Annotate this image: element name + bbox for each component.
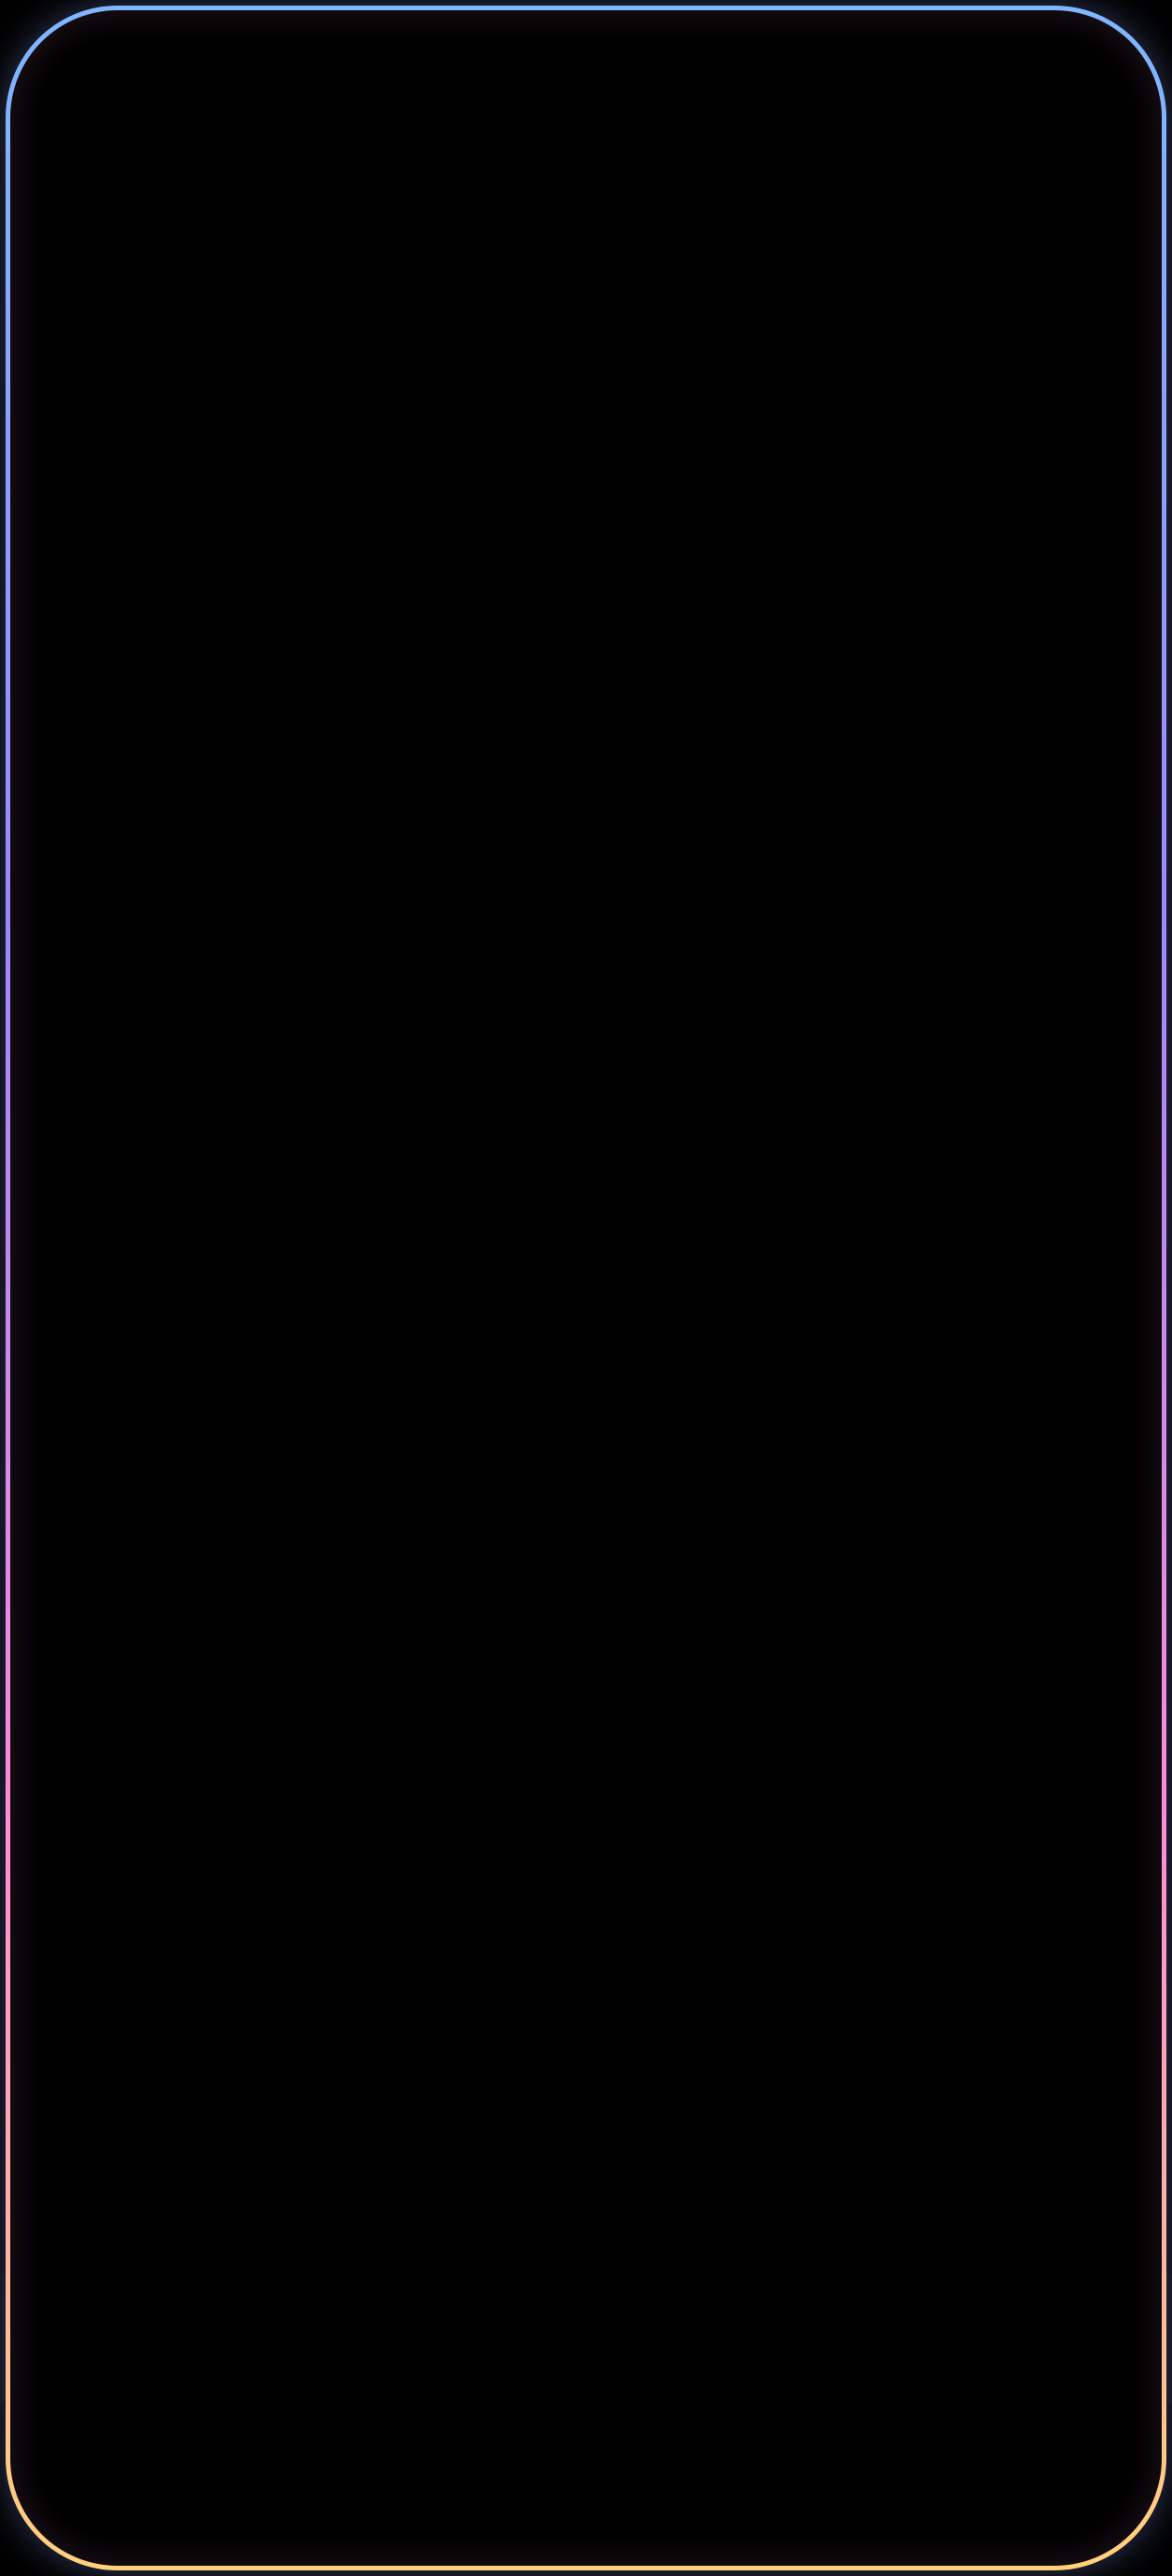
message-preview: 明天早上十点喝早茶 [376,1272,796,1326]
draft-tag: [草稿] [224,2203,313,2240]
recording-timer: 00:41 [602,44,710,87]
tab-chats: 微信 ··· [0,2417,293,2576]
chevron-up-icon [1068,2319,1111,2362]
contacts-icon [407,2438,472,2499]
person-icon [993,2438,1058,2499]
stop-icon [973,188,1063,277]
microphone-icon [1036,39,1090,93]
tab-label: 微信 [115,2511,178,2548]
send-confirm-dialog: 发送给 张军政 明天早上十点喝早茶 取消 发送 [47,487,1125,2087]
data-arrows-icon: ⇅ [311,47,335,80]
status-bar: 23:50 ∞ ▤ ⇅ A 00:41 [0,0,1172,131]
send-button[interactable]: 发送 [610,1809,961,1949]
book-icon: ▤ [256,45,293,82]
tab-label: 我 [1010,2511,1041,2548]
tab-bar: 微信 ··· 通讯录 发现 我 [0,2417,1172,2576]
tab-discover: 发现 [586,2417,879,2576]
chat-preview: [草稿] 1340 [224,2195,403,2241]
fold-pinned-chats-row: 折叠置顶聊天 [0,2274,1172,2404]
list-icon [86,2320,146,2367]
app-icon-yellow: A [353,45,390,82]
tab-badge: ··· [166,2432,250,2483]
fold-label: 折叠置顶聊天 [224,2326,448,2369]
tab-label: 通讯录 [392,2511,487,2548]
assistant-subtitle: 我在听，请说... [250,316,536,364]
screen-record-pill[interactable]: 00:41 [418,22,754,108]
chat-time: 23:36 [1034,446,1125,483]
voice-wave-icon [138,314,198,357]
assistant-title: 确认发送吗? [250,214,488,264]
status-icons: ∞ ▤ ⇅ A [207,45,390,82]
video-camera-icon [458,49,520,81]
assistant-avatar [123,185,224,286]
group-avatar [47,2115,187,2255]
recipient-name: 张军政 [271,701,411,755]
unread-dot [172,422,196,446]
compass-icon [700,2438,765,2499]
stop-listening-button[interactable] [950,164,1086,301]
app-icon-infinity: ∞ [207,45,244,82]
chat-name: 周家大院 [224,2133,396,2183]
chat-time: 周六 [1062,2135,1125,2173]
cancel-button[interactable]: 取消 [211,1809,562,1949]
recipient-avatar [118,661,235,778]
tab-contacts: 通讯录 [293,2417,586,2576]
tab-label: 发现 [701,2511,764,2548]
dialog-heading: 发送给 [118,569,230,612]
status-time: 23:50 [88,39,207,82]
voice-assistant-bubble: 确认发送吗? 我在听，请说... [84,162,900,405]
chat-row: 周家大院 周六 [草稿] 1340 [0,2115,1172,2274]
tab-me: 我 [879,2417,1172,2576]
chat-preview-text: 1340 [322,2203,403,2240]
